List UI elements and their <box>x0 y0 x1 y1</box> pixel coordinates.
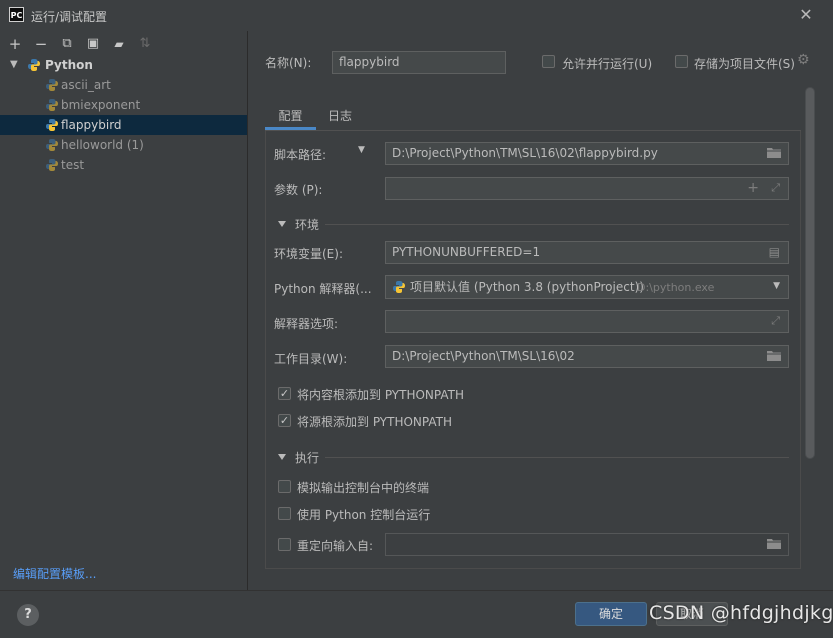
ok-button[interactable]: 确定 <box>575 602 647 626</box>
tree-item[interactable]: ascii_art <box>0 75 247 95</box>
store-as-file-checkbox[interactable] <box>675 55 688 68</box>
save-icon[interactable]: ▣ <box>84 35 102 53</box>
tree-item-label: helloworld (1) <box>61 138 144 152</box>
params-label: 参数 (P): <box>274 183 323 197</box>
emulate-terminal-checkbox[interactable] <box>278 480 291 493</box>
script-path-value: D:\Project\Python\TM\SL\16\02\flappybird… <box>392 146 658 160</box>
python-file-icon <box>46 119 58 131</box>
store-as-file-label: 存储为项目文件(S) <box>694 57 795 71</box>
tree-root-python[interactable]: ▼ Python <box>0 55 247 75</box>
interpreter-options-label: 解释器选项: <box>274 317 339 331</box>
tab-config[interactable]: 配置 <box>265 104 316 130</box>
copy-icon[interactable]: ⧉ <box>58 35 76 53</box>
pycharm-app-icon: PC <box>9 7 24 22</box>
redirect-input-checkbox[interactable] <box>278 538 291 551</box>
chevron-down-icon[interactable]: ▼ <box>358 145 365 155</box>
section-divider <box>325 457 789 458</box>
python-file-icon <box>46 139 58 151</box>
tree-item-selected[interactable]: flappybird <box>0 115 247 135</box>
title-bar <box>0 0 833 30</box>
folder-icon[interactable] <box>767 147 781 158</box>
add-source-roots-label: 将源根添加到 PYTHONPATH <box>297 415 452 429</box>
collapse-icon[interactable] <box>278 221 286 227</box>
add-content-roots-label: 将内容根添加到 PYTHONPATH <box>297 388 464 402</box>
interpreter-label: Python 解释器(... <box>274 282 372 296</box>
run-with-console-checkbox[interactable] <box>278 507 291 520</box>
interpreter-options-input[interactable]: ⤢ <box>385 310 789 333</box>
interpreter-path: D:\python.exe <box>637 281 715 294</box>
expand-icon[interactable]: ⤢ <box>771 178 780 198</box>
add-content-roots-checkbox[interactable]: ✓ <box>278 387 291 400</box>
tree-item-label: flappybird <box>61 118 122 132</box>
env-vars-input[interactable]: PYTHONUNBUFFERED=1 ▤ <box>385 241 789 264</box>
tab-log[interactable]: 日志 <box>320 104 360 130</box>
script-path-label: 脚本路径: <box>274 148 327 162</box>
window-title: 运行/调试配置 <box>31 10 108 24</box>
env-section-title: 环境 <box>295 218 320 232</box>
env-vars-value: PYTHONUNBUFFERED=1 <box>392 245 541 259</box>
params-input[interactable]: + ⤢ <box>385 177 789 200</box>
add-icon[interactable]: + <box>747 178 759 198</box>
workdir-value: D:\Project\Python\TM\SL\16\02 <box>392 349 575 363</box>
workdir-label: 工作目录(W): <box>274 352 348 366</box>
new-folder-icon[interactable]: ▰ <box>110 35 128 53</box>
allow-parallel-label: 允许并行运行(U) <box>562 57 653 71</box>
run-with-console-label: 使用 Python 控制台运行 <box>297 508 431 522</box>
chevron-down-icon[interactable]: ▼ <box>10 55 18 75</box>
redirect-input-field[interactable] <box>385 533 789 556</box>
name-label: 名称(N): <box>265 56 312 70</box>
exec-section-title: 执行 <box>295 451 320 465</box>
interpreter-value: 项目默认值 (Python 3.8 (pythonProject)) <box>410 280 644 294</box>
config-list-panel: + − ⧉ ▣ ▰ ⇅ ▼ Python ascii_art bmiexpone… <box>0 31 247 590</box>
expand-icon[interactable]: ⤢ <box>771 311 780 331</box>
collapse-icon[interactable] <box>278 454 286 460</box>
python-icon <box>28 59 40 71</box>
python-file-icon <box>46 99 58 111</box>
workdir-input[interactable]: D:\Project\Python\TM\SL\16\02 <box>385 345 789 368</box>
allow-parallel-checkbox[interactable] <box>542 55 555 68</box>
scrollbar-thumb[interactable] <box>806 88 814 458</box>
watermark: CSDN @hfdgjhdjkg <box>649 602 833 624</box>
tree-item[interactable]: helloworld (1) <box>0 135 247 155</box>
emulate-terminal-label: 模拟输出控制台中的终端 <box>297 481 430 495</box>
tree-item-label: ascii_art <box>61 78 111 92</box>
tree-root-label: Python <box>45 58 93 72</box>
add-source-roots-checkbox[interactable]: ✓ <box>278 414 291 427</box>
sort-icon[interactable]: ⇅ <box>136 35 154 53</box>
name-input[interactable]: flappybird <box>332 51 506 74</box>
list-edit-icon[interactable]: ▤ <box>769 242 780 262</box>
folder-icon[interactable] <box>767 350 781 361</box>
script-path-input[interactable]: D:\Project\Python\TM\SL\16\02\flappybird… <box>385 142 789 165</box>
panel-divider[interactable] <box>247 31 248 590</box>
gear-icon[interactable]: ⚙ <box>797 52 810 68</box>
chevron-down-icon[interactable]: ▼ <box>773 276 780 296</box>
folder-icon[interactable] <box>767 538 781 549</box>
python-file-icon <box>46 159 58 171</box>
env-vars-label: 环境变量(E): <box>274 247 343 261</box>
remove-icon[interactable]: − <box>32 35 50 53</box>
section-divider <box>325 224 789 225</box>
interpreter-select[interactable]: 项目默认值 (Python 3.8 (pythonProject)) D:\py… <box>385 275 789 299</box>
tree-item[interactable]: test <box>0 155 247 175</box>
python-file-icon <box>46 79 58 91</box>
redirect-input-label: 重定向输入自: <box>297 539 374 553</box>
python-icon <box>393 281 405 293</box>
tree-item[interactable]: bmiexponent <box>0 95 247 115</box>
tree-item-label: test <box>61 158 85 172</box>
close-icon[interactable]: ✕ <box>798 6 814 24</box>
tree-item-label: bmiexponent <box>61 98 141 112</box>
edit-templates-link[interactable]: 编辑配置模板... <box>13 565 96 582</box>
add-icon[interactable]: + <box>6 35 24 53</box>
help-button[interactable]: ? <box>17 604 39 626</box>
